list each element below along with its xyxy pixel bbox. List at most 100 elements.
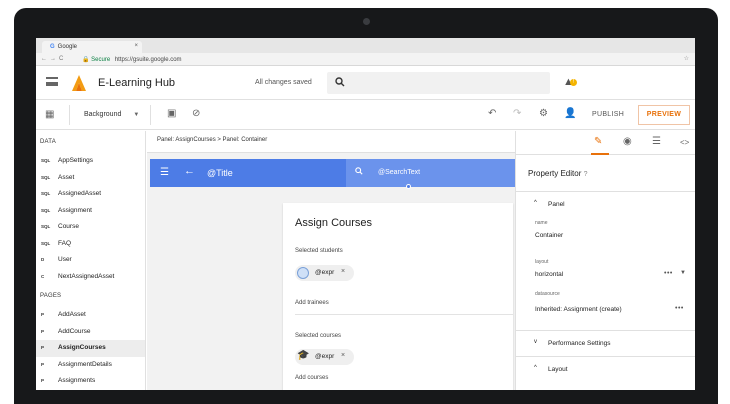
chevron-down-icon: ▼: [133, 112, 140, 118]
sidebar-item-assignments[interactable]: P Assignments: [36, 373, 145, 390]
sidebar-item-addasset[interactable]: P AddAsset: [36, 307, 145, 324]
property-panel: ✎ ◉ ☰ <> Property Editor ? ^ Panel name …: [515, 131, 695, 390]
sidebar-item-nextassignedasset[interactable]: C NextAssignedAsset: [36, 269, 145, 286]
visibility-off-icon[interactable]: ⊘: [192, 108, 200, 119]
list-icon[interactable]: ☰: [652, 136, 661, 147]
student-chip-label: @expr: [315, 269, 335, 276]
selected-courses-label: Selected courses: [295, 333, 342, 339]
bookmark-star-icon[interactable]: ☆: [684, 55, 689, 62]
sidebar-item-assignmentdetails[interactable]: P AssignmentDetails: [36, 357, 145, 374]
editor-body: DATA SQL AppSettings SQL Asset SQL AssignedAs…: [36, 131, 695, 390]
layout-section-header[interactable]: ^ Layout: [516, 356, 695, 382]
name-label: name: [535, 220, 548, 226]
property-editor-title: Property Editor ?: [528, 169, 588, 178]
redo-icon[interactable]: ↷: [513, 108, 521, 119]
tab-title: Google: [57, 44, 78, 50]
item-kind-badge: P: [41, 345, 45, 350]
layout-label: layout: [535, 259, 549, 265]
pages-section-heading: PAGES: [40, 293, 62, 299]
app-bar-preview[interactable]: ☰ ← @Title @SearchText: [150, 159, 515, 187]
browser-nav-icons[interactable]: ←→C: [41, 56, 66, 62]
datasource-value[interactable]: Inherited: Assignment (create): [535, 306, 622, 313]
sidebar-item-label: Assignment: [58, 206, 92, 214]
sidebar-item-label: Course: [58, 223, 79, 230]
edit-pencil-icon[interactable]: ✎: [590, 136, 610, 155]
palette-icon[interactable]: ◉: [623, 136, 632, 147]
sidebar-item-appsettings[interactable]: SQL AppSettings: [36, 153, 145, 170]
address-bar: ←→C 🔒 Secure https://gsuite.google.com ☆: [36, 53, 695, 66]
student-chip[interactable]: @expr ×: [295, 265, 354, 281]
card-title: Assign Courses: [295, 217, 373, 229]
chip-remove-icon[interactable]: ×: [341, 352, 345, 359]
sidebar-item-label: Assignments: [58, 377, 96, 384]
item-kind-badge: P: [41, 312, 45, 317]
sidebar-item-label: AssignedAsset: [58, 190, 101, 197]
more-options-icon[interactable]: •••: [675, 305, 684, 312]
sidebar-item-label: Asset: [58, 173, 75, 181]
sidebar-item-label: AssignmentDetails: [58, 360, 112, 368]
course-chip[interactable]: 🎓 @expr ×: [295, 349, 354, 365]
item-kind-badge: SQL: [41, 240, 51, 246]
sidebar-item-faq[interactable]: SQL FAQ: [36, 236, 145, 253]
search-input[interactable]: [327, 72, 550, 94]
warning-icon[interactable]: ▲!: [563, 76, 577, 88]
sidebar-item-label: NextAssignedAsset: [58, 272, 115, 280]
outline-sidebar: DATA SQL AppSettings SQL Asset SQL AssignedAs…: [36, 131, 146, 390]
assign-courses-card[interactable]: Assign Courses Selected students @expr ×…: [283, 203, 513, 390]
url-field[interactable]: 🔒 Secure https://gsuite.google.com: [82, 56, 182, 63]
sidebar-item-course[interactable]: SQL Course: [36, 219, 145, 236]
sidebar-item-assigncourses[interactable]: P AssignCourses: [36, 340, 145, 357]
chip-remove-icon[interactable]: ×: [341, 268, 345, 275]
settings-gear-icon[interactable]: ⚙: [539, 108, 548, 119]
property-tabs: ✎ ◉ ☰ <>: [516, 131, 695, 155]
sidebar-item-label: AddAsset: [58, 311, 86, 318]
menu-icon[interactable]: [46, 77, 58, 86]
more-options-icon[interactable]: •••: [664, 270, 673, 277]
property-editor-title-text: Property Editor: [528, 169, 582, 178]
sidebar-item-assignment[interactable]: SQL Assignment: [36, 203, 145, 220]
frame-icon[interactable]: ▣: [167, 108, 176, 119]
code-icon[interactable]: <>: [680, 138, 689, 147]
app-title: E-Learning Hub: [98, 77, 176, 89]
item-kind-badge: D: [41, 257, 45, 262]
background-select[interactable]: Background ▼: [84, 111, 139, 118]
add-trainees-field[interactable]: Add trainees: [295, 300, 329, 306]
sidebar-item-assignedasset[interactable]: SQL AssignedAsset: [36, 186, 145, 203]
sidebar-item-user[interactable]: D User: [36, 252, 145, 269]
back-arrow-icon[interactable]: ←: [184, 165, 195, 177]
sidebar-item-asset[interactable]: SQL Asset: [36, 170, 145, 187]
name-value[interactable]: Container: [535, 232, 563, 239]
publish-button[interactable]: PUBLISH: [592, 111, 624, 118]
sidebar-item-label: User: [58, 256, 72, 263]
app-bar-search[interactable]: @SearchText: [346, 159, 515, 187]
breadcrumb[interactable]: Panel: AssignCourses > Panel: Container: [147, 131, 515, 153]
app-bar-title: @Title: [207, 168, 233, 178]
panel-section-header[interactable]: ^ Panel: [516, 191, 695, 217]
add-courses-field[interactable]: Add courses: [295, 375, 328, 381]
menu-icon[interactable]: ☰: [160, 167, 169, 178]
warning-badge: !: [570, 79, 577, 86]
add-user-icon[interactable]: 👤: [564, 108, 576, 119]
layout-section-label: Layout: [548, 366, 568, 373]
preview-button[interactable]: PREVIEW: [638, 105, 690, 125]
performance-section-label: Performance Settings: [548, 340, 611, 347]
divider: [150, 105, 151, 125]
screen: G Google × ←→C 🔒 Secure https://gsuite.go…: [36, 38, 695, 390]
layout-value[interactable]: horizontal: [535, 271, 563, 278]
chevron-up-icon: ^: [534, 200, 537, 206]
selected-students-label: Selected students: [295, 248, 343, 254]
app-logo-icon: [72, 75, 86, 91]
search-icon: [335, 77, 345, 87]
search-icon: [355, 167, 363, 175]
widgets-icon[interactable]: ▦: [45, 109, 54, 120]
browser-tabbar: G Google ×: [36, 38, 695, 53]
help-icon[interactable]: ?: [584, 171, 588, 178]
undo-icon[interactable]: ↶: [488, 108, 496, 119]
sidebar-item-addcourse[interactable]: P AddCourse: [36, 324, 145, 341]
tab-close-icon[interactable]: ×: [134, 43, 138, 49]
performance-section-header[interactable]: v Performance Settings: [516, 330, 695, 356]
secure-label: Secure: [91, 57, 111, 63]
browser-tab[interactable]: G Google ×: [42, 41, 142, 53]
resize-handle[interactable]: [406, 184, 411, 189]
chevron-down-icon[interactable]: ▼: [680, 270, 686, 276]
